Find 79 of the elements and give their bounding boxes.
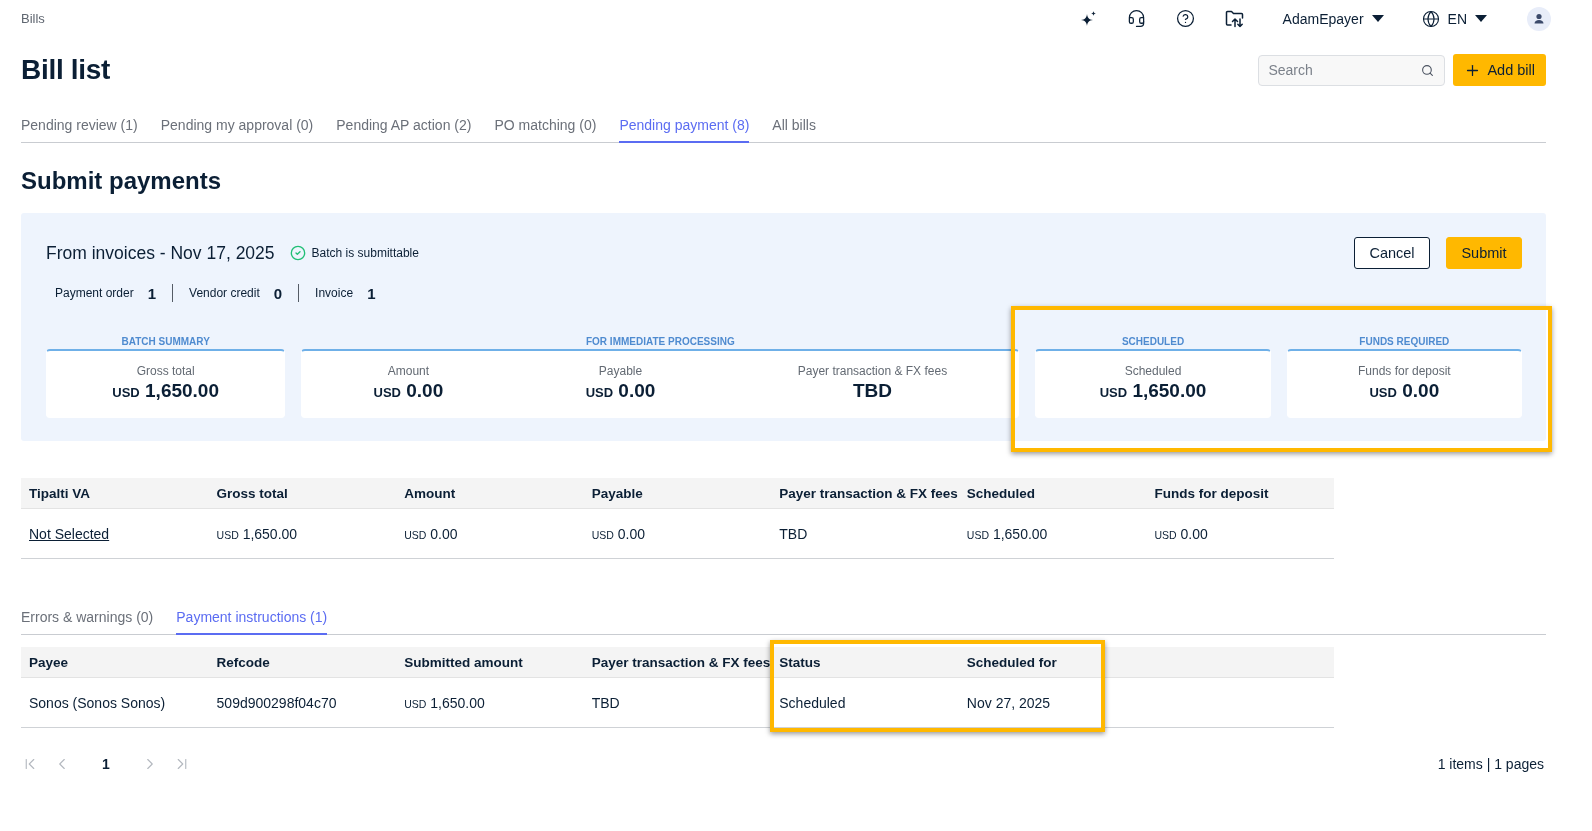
table-cell-text: USD 0.00 — [403, 525, 459, 542]
table-cell-text: USD 1,650.00 — [403, 695, 485, 711]
group-label: FOR IMMEDIATE PROCESSING — [584, 336, 736, 348]
group-label: BATCH SUMMARY — [120, 336, 211, 348]
metric-value: USD 1,650.00 — [112, 379, 219, 403]
page-button[interactable]: 1 — [85, 752, 127, 776]
count-label: Invoice — [315, 286, 354, 300]
column-header: Scheduled — [965, 485, 1037, 501]
count-label: Payment order — [55, 286, 134, 300]
metric-value: USD 0.00 — [1369, 379, 1440, 403]
globe-icon — [1421, 9, 1440, 28]
tab[interactable]: Pending review (1) — [21, 108, 138, 143]
metric-label: Amount — [387, 363, 430, 379]
column-header: Tipalti VA — [28, 485, 91, 501]
search-icon[interactable] — [1421, 63, 1435, 77]
add-bill-button[interactable]: Add bill — [1453, 54, 1546, 86]
caret-icon — [1475, 15, 1487, 22]
table-cell-text: TBD — [590, 695, 620, 711]
group-label: FUNDS REQUIRED — [1358, 336, 1451, 348]
sparkle-icon[interactable] — [1080, 10, 1097, 27]
table-cell-text: Sonos (Sonos Sonos) — [28, 695, 166, 711]
avatar-icon[interactable] — [1527, 6, 1551, 31]
table-cell-text: USD 1,650.00 — [965, 525, 1049, 542]
batch-status: Batch is submittable — [311, 246, 419, 260]
column-header: Status — [778, 655, 822, 670]
tab[interactable]: Errors & warnings (0) — [21, 600, 154, 635]
column-header: Amount — [403, 485, 457, 501]
metric-value: USD 0.00 — [373, 379, 444, 403]
metric-value: USD 1,650.00 — [1099, 379, 1207, 403]
metric-label: Gross total — [136, 363, 195, 379]
headset-icon[interactable] — [1126, 9, 1146, 28]
user-menu[interactable]: AdamEpayer — [1282, 10, 1384, 27]
table-cell-text: USD 0.00 — [1153, 525, 1209, 542]
va-link[interactable]: Not Selected — [29, 525, 110, 542]
search-field[interactable]: Search — [1258, 54, 1446, 86]
column-header: Gross total — [215, 485, 289, 501]
table-cell-text: USD 1,650.00 — [215, 525, 299, 542]
tab[interactable]: Payment instructions (1) — [176, 600, 328, 635]
column-header: Payer transaction & FX fees — [590, 655, 772, 670]
column-header: Funds for deposit — [1153, 485, 1270, 501]
pagination-summary: 1 items | 1 pages — [1437, 756, 1544, 772]
metric-value: USD 0.00 — [585, 379, 656, 403]
column-header: Payable — [590, 485, 644, 501]
group-label: SCHEDULED — [1120, 336, 1186, 348]
column-header: Scheduled for — [965, 655, 1058, 670]
count-value: 0 — [273, 284, 283, 302]
tab[interactable]: Pending AP action (2) — [336, 108, 472, 143]
table-cell-text: Nov 27, 2025 — [965, 695, 1051, 711]
tab[interactable]: Pending payment (8) — [619, 108, 750, 143]
table-cell-text: 509d900298f04c70 — [215, 695, 337, 711]
count-label: Vendor credit — [189, 286, 260, 300]
column-header: Submitted amount — [403, 655, 524, 670]
help-icon[interactable] — [1175, 9, 1195, 28]
tab[interactable]: PO matching (0) — [494, 108, 597, 143]
caret-icon — [1371, 15, 1384, 22]
tab[interactable]: All bills — [772, 108, 816, 143]
metric-label: Funds for deposit — [1358, 363, 1451, 379]
breadcrumb[interactable]: Bills — [21, 11, 45, 26]
folder-arrows-icon[interactable] — [1224, 9, 1245, 28]
language-menu[interactable]: EN — [1421, 9, 1487, 28]
metric-label: Scheduled — [1124, 363, 1182, 379]
submit-button[interactable]: Submit — [1446, 237, 1522, 269]
metric-label: Payable — [598, 363, 643, 379]
table-cell-text: USD 0.00 — [590, 525, 646, 542]
table-cell-text: Scheduled — [778, 695, 846, 711]
column-header: Payer transaction & FX fees — [778, 485, 959, 501]
metric-value: TBD — [852, 379, 892, 402]
check-circle-icon — [289, 245, 306, 261]
column-header: Refcode — [215, 655, 271, 670]
page-title: Bill list — [21, 54, 111, 86]
section-title: Submit payments — [21, 167, 223, 195]
batch-title: From invoices - Nov 17, 2025 — [46, 242, 275, 264]
count-value: 1 — [367, 284, 376, 302]
cancel-button[interactable]: Cancel — [1354, 237, 1430, 269]
table-cell-text: TBD — [778, 525, 809, 542]
tab[interactable]: Pending my approval (0) — [160, 108, 314, 143]
column-header: Payee — [28, 655, 70, 670]
metric-label: Payer transaction & FX fees — [797, 363, 948, 379]
count-value: 1 — [147, 284, 157, 302]
